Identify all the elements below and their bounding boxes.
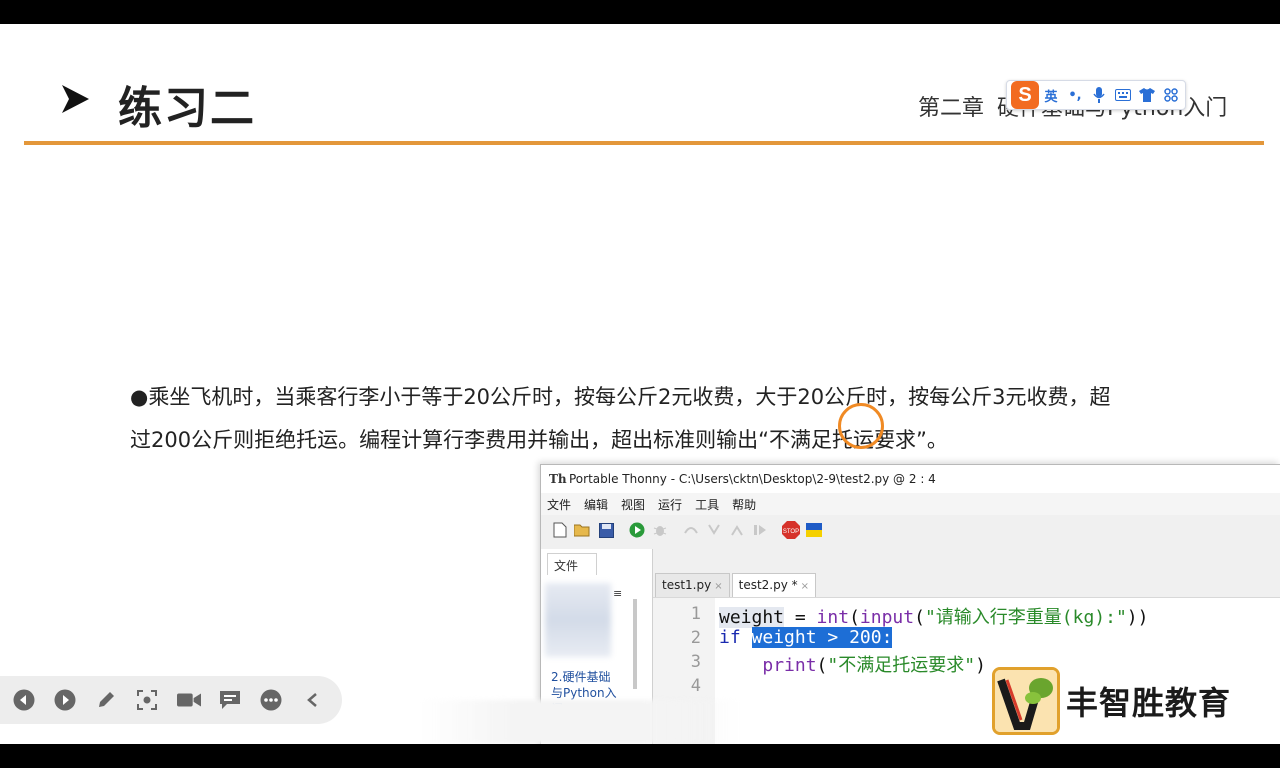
step-out-button[interactable] [726,519,748,541]
builtin-token: input [859,607,915,628]
keyboard-icon[interactable] [1111,83,1135,107]
builtin-token: int [816,607,850,628]
code-line-3[interactable]: print("不满足托运要求") [719,651,986,677]
builtin-token: print [762,655,817,676]
window-title: Portable Thonny - C:\Users\cktn\Desktop\… [569,472,936,486]
string-token: "不满足托运要求" [827,655,976,676]
more-icon[interactable] [260,688,283,712]
focus-icon[interactable] [135,688,158,712]
window-titlebar[interactable]: Th Portable Thonny - C:\Users\cktn\Deskt… [541,465,1280,493]
punctuation-toggle[interactable]: •, [1063,83,1087,107]
tab-label: test1.py [662,578,712,592]
tab-label: test2.py * [738,578,798,592]
files-tab[interactable]: 文件 [547,553,597,575]
blurred-file-list [545,583,611,657]
string-token: "请输入行李重量(kg):" [924,607,1127,628]
menu-file[interactable]: 文件 [547,496,571,513]
slide-title: 练习二 [118,83,256,134]
resume-button[interactable] [749,519,771,541]
video-camera-icon[interactable] [176,688,201,712]
selected-text: weight > 200: [751,627,893,648]
line-number: 4 [690,676,701,696]
panel-menu-icon[interactable]: ≡ [613,587,622,600]
line-number: 3 [690,652,701,672]
shirt-icon[interactable] [1135,83,1159,107]
menu-tools[interactable]: 工具 [695,496,719,513]
menu-edit[interactable]: 编辑 [584,496,608,513]
line-number: 2 [690,628,701,648]
toolbar: STOP [541,515,1280,545]
code-line-2[interactable]: if weight > 200: [719,627,893,648]
comment-icon[interactable] [219,688,242,712]
sogou-logo-icon[interactable]: S [1011,81,1039,109]
brand-logo-icon [992,667,1060,735]
chapter-number: 第二章 [918,96,985,121]
panel-scrollbar[interactable] [633,599,637,689]
microphone-icon[interactable] [1087,83,1111,107]
menu-help[interactable]: 帮助 [732,496,756,513]
step-over-button[interactable] [680,519,702,541]
debug-button[interactable] [649,519,671,541]
thonny-logo-icon: Th [549,472,567,486]
step-into-button[interactable] [703,519,725,541]
open-file-button[interactable] [572,519,594,541]
keyword-token: if [719,627,741,648]
cursor-highlight-ring [838,403,884,449]
close-icon[interactable]: × [714,581,722,592]
presentation-controls [0,676,342,724]
svg-text:STOP: STOP [783,529,799,535]
menu-bar: 文件 编辑 视图 运行 工具 帮助 [541,493,1280,515]
save-button[interactable] [595,519,617,541]
paren-token: ( [914,607,925,628]
exercise-description: ●乘坐飞机时，当乘客行李小于等于20公斤时，按每公斤2元收费，大于20公斤时，按… [130,385,1111,452]
paren-token: ( [849,607,860,628]
ime-toolbar[interactable]: S 英 •, [1006,80,1186,110]
paren-token: ) [975,655,986,676]
variable-token: weight [719,607,785,628]
brand-watermark: 丰智胜教育 [992,667,1231,735]
next-slide-button[interactable] [53,688,76,712]
previous-slide-button[interactable] [12,688,35,712]
menu-run[interactable]: 运行 [658,496,682,513]
line-number: 1 [690,604,701,624]
tab-test1[interactable]: test1.py × [655,573,730,597]
ukraine-flag-icon[interactable] [803,519,825,541]
code-line-1[interactable]: weight = int(input("请输入行李重量(kg):")) [719,603,1148,629]
run-button[interactable] [626,519,648,541]
blurred-watermark [420,700,740,744]
editor-tabs: test1.py × test2.py * × [653,571,1280,597]
pen-icon[interactable] [94,688,117,712]
collapse-chevron-icon[interactable] [301,688,324,712]
paren-token: )) [1126,607,1149,628]
stop-button[interactable]: STOP [780,519,802,541]
title-divider [24,141,1264,145]
operator-token: = [784,607,817,628]
new-file-button[interactable] [549,519,571,541]
presentation-slide: 练习二 第二章 硬件基础与Python入门 S 英 •, ●乘坐飞机时，当乘客行… [0,24,1280,744]
paren-token: ( [816,655,828,676]
brand-name: 丰智胜教育 [1066,684,1232,722]
menu-view[interactable]: 视图 [621,496,645,513]
grid-icon[interactable] [1159,83,1183,107]
language-toggle[interactable]: 英 [1039,83,1063,107]
close-icon[interactable]: × [801,581,809,592]
arrow-bullet-icon [62,85,89,113]
tab-test2[interactable]: test2.py * × [731,573,817,597]
